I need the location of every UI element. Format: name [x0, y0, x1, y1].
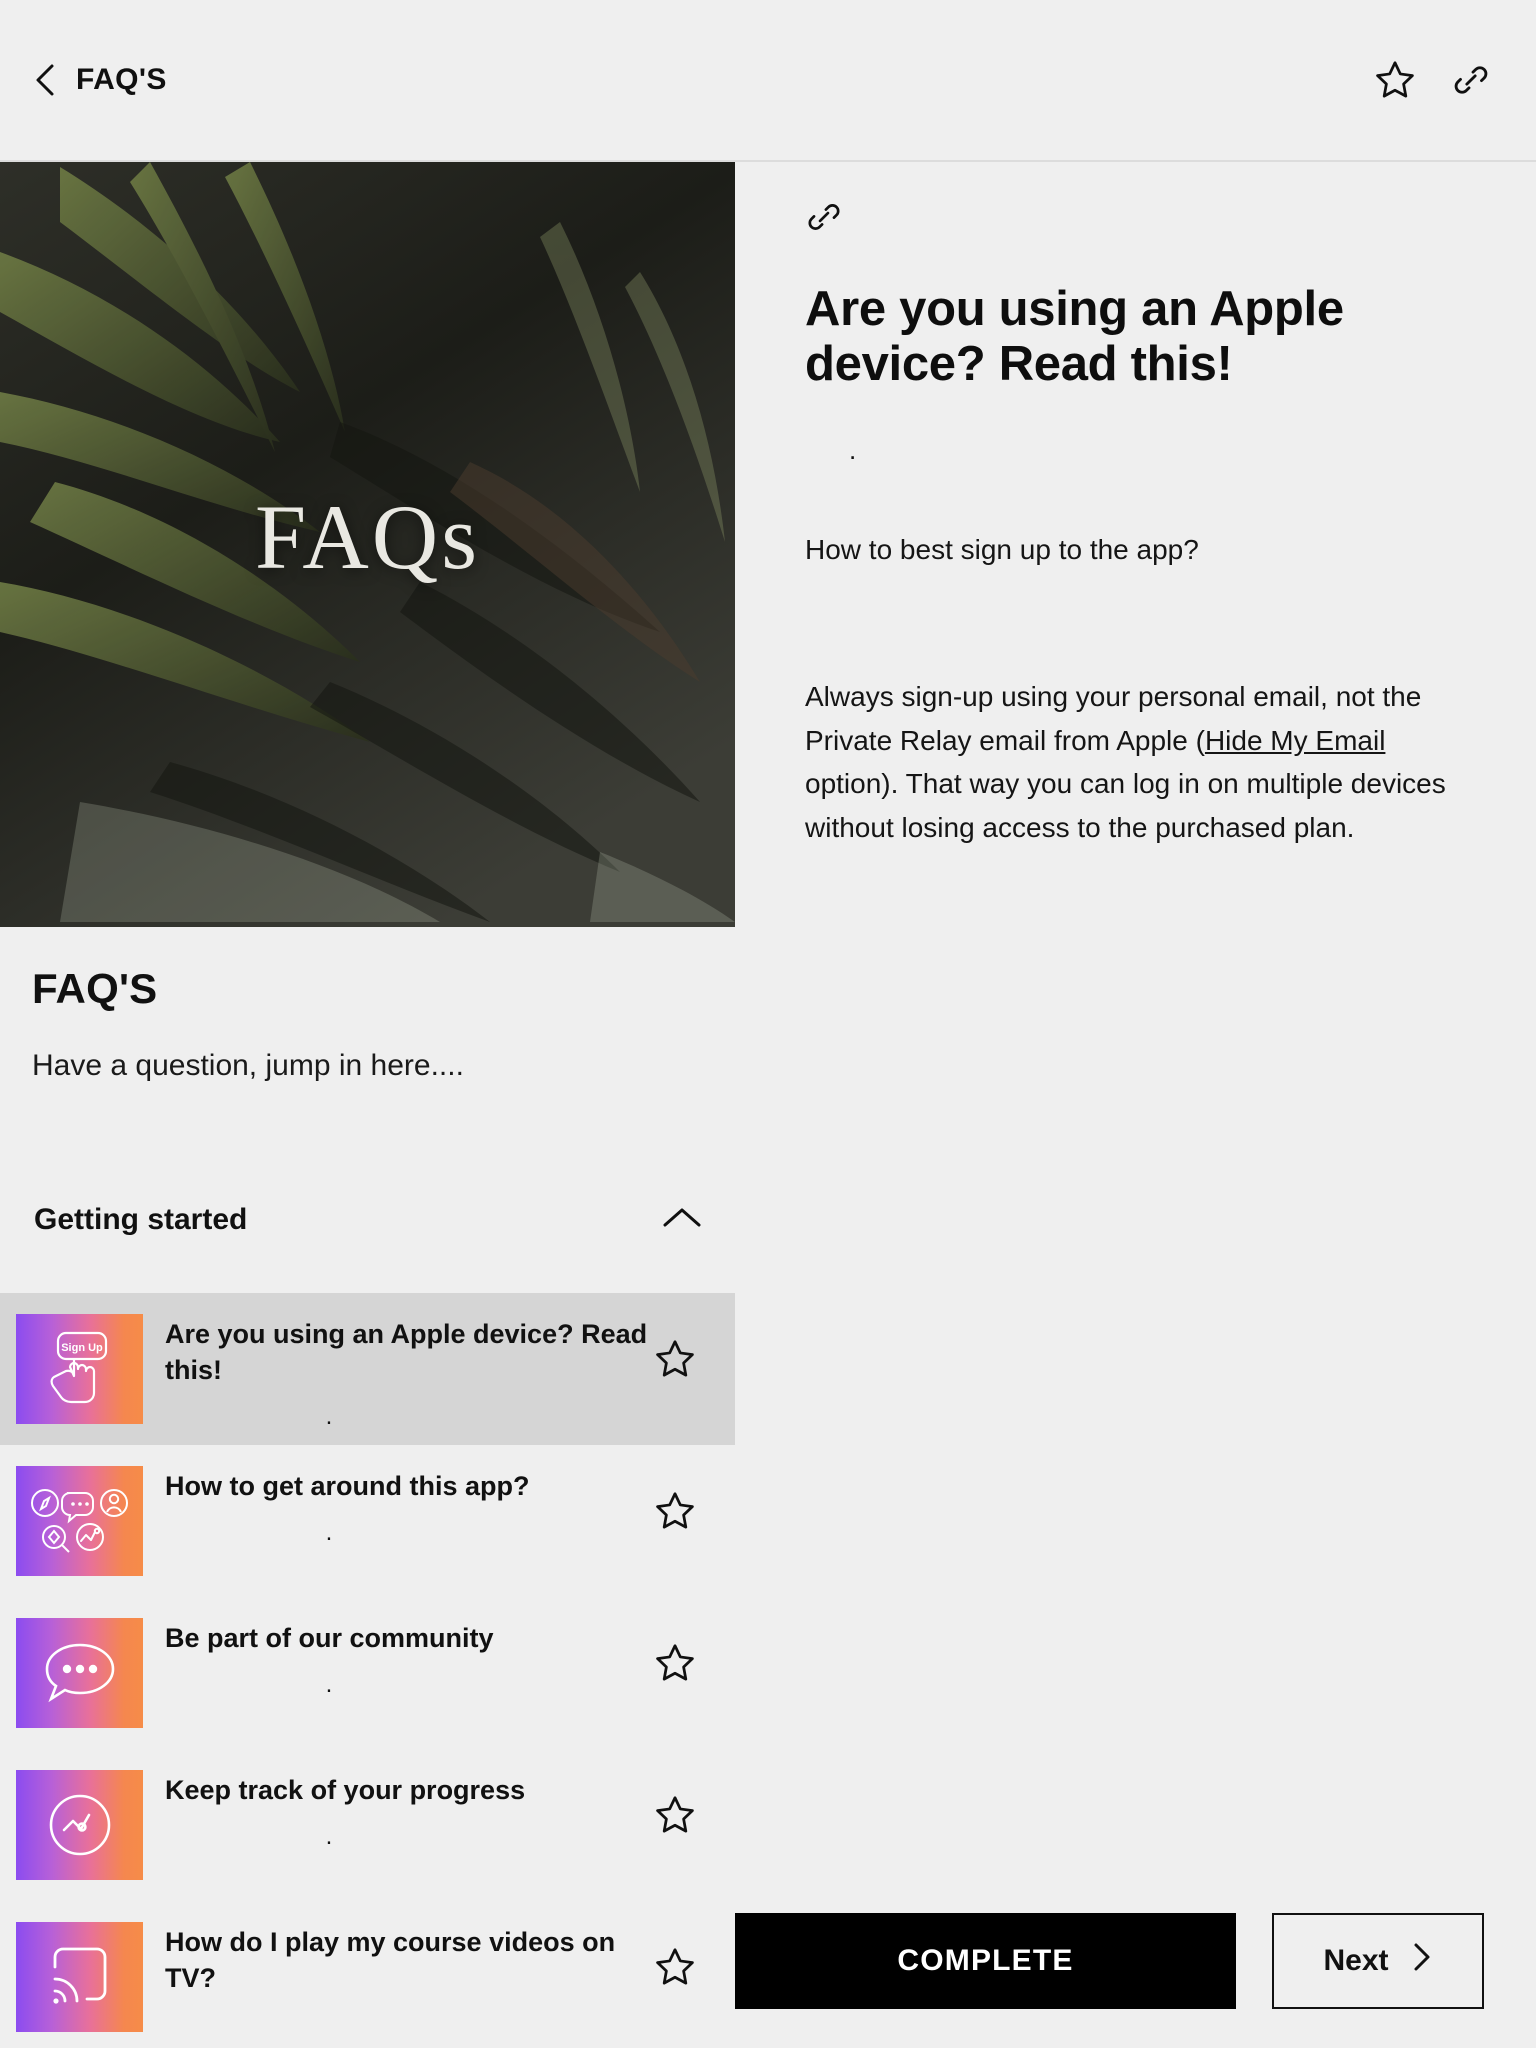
list-item[interactable]: Sign Up Are you using an Apple device? R…	[0, 1293, 735, 1445]
list-item-title: Are you using an Apple device? Read this…	[165, 1319, 648, 1385]
faq-item-list: Sign Up Are you using an Apple device? R…	[0, 1293, 735, 2048]
list-item-title: How to get around this app?	[165, 1471, 530, 1501]
list-item[interactable]: Keep track of your progress .	[0, 1749, 735, 1901]
list-item-text: Are you using an Apple device? Read this…	[143, 1293, 653, 1431]
list-item-title: How do I play my course videos on TV?	[165, 1927, 616, 1993]
topbar-left-group: FAQ'S	[0, 63, 167, 97]
svg-text:Sign Up: Sign Up	[61, 1342, 103, 1354]
chevron-up-icon[interactable]	[661, 1205, 703, 1236]
list-item-meta: .	[325, 1670, 333, 1698]
chat-bubble-icon	[16, 1618, 143, 1728]
article-question: How to best sign up to the app?	[805, 533, 1199, 565]
list-item[interactable]: How to get around this app? .	[0, 1445, 735, 1597]
cast-screen-icon	[16, 1922, 143, 2032]
list-item-meta: .	[325, 1402, 333, 1430]
star-outline-icon[interactable]	[653, 1445, 713, 1538]
link-icon[interactable]	[1448, 57, 1494, 103]
list-item-meta: .	[325, 1822, 333, 1850]
article-link-row	[805, 192, 1486, 246]
complete-button[interactable]: COMPLETE	[735, 1913, 1236, 2009]
article-body: Always sign-up using your personal email…	[805, 675, 1486, 850]
sidebar-subtitle: Have a question, jump in here....	[32, 1049, 464, 1082]
article-title: Are you using an Apple device? Read this…	[805, 282, 1344, 392]
chevron-left-icon[interactable]	[32, 63, 58, 97]
list-item[interactable]: How do I play my course videos on TV?	[0, 1901, 735, 2048]
faq-page: FAQ'S FAQs FAQ'S Have a question, jump i…	[0, 0, 1536, 2048]
progress-chart-icon	[16, 1770, 143, 1880]
sign-up-tap-icon: Sign Up	[16, 1314, 143, 1424]
list-item-text: Keep track of your progress .	[143, 1749, 653, 1851]
accordion-label: Getting started	[34, 1203, 248, 1236]
page-title: FAQ'S	[76, 63, 167, 96]
faq-sidebar: FAQs FAQ'S Have a question, jump in here…	[0, 162, 735, 2048]
link-icon[interactable]	[805, 198, 843, 241]
article-footer-actions: COMPLETE Next	[735, 1896, 1536, 2048]
hero-title-text: FAQs	[254, 486, 481, 588]
list-item-title: Be part of our community	[165, 1623, 494, 1653]
hide-my-email-link[interactable]: Hide My Email	[1205, 725, 1385, 756]
star-outline-icon[interactable]	[1372, 57, 1418, 103]
list-item-meta: .	[325, 1518, 333, 1546]
list-item-text: How to get around this app? .	[143, 1445, 653, 1547]
app-features-grid-icon	[16, 1466, 143, 1576]
list-item-text: How do I play my course videos on TV?	[143, 1901, 653, 2011]
topbar-actions	[1372, 57, 1536, 103]
article-meta-dot: .	[849, 434, 857, 465]
star-outline-icon[interactable]	[653, 1749, 713, 1842]
top-app-bar: FAQ'S	[0, 0, 1536, 162]
hero-image: FAQs	[0, 162, 735, 927]
list-item-title: Keep track of your progress	[165, 1775, 526, 1805]
star-outline-icon[interactable]	[653, 1293, 713, 1386]
next-button[interactable]: Next	[1272, 1913, 1484, 2009]
star-outline-icon[interactable]	[653, 1901, 713, 1994]
sidebar-title: FAQ'S	[32, 965, 158, 1012]
list-item[interactable]: Be part of our community .	[0, 1597, 735, 1749]
list-item-text: Be part of our community .	[143, 1597, 653, 1699]
accordion-getting-started[interactable]: Getting started	[0, 1189, 735, 1251]
star-outline-icon[interactable]	[653, 1597, 713, 1690]
chevron-right-icon	[1411, 1941, 1433, 1981]
sidebar-heading-group: FAQ'S Have a question, jump in here....	[0, 965, 735, 1083]
article-content: Are you using an Apple device? Read this…	[735, 162, 1536, 850]
next-button-label: Next	[1323, 1944, 1389, 1977]
article-body-part-2: option). That way you can log in on mult…	[805, 768, 1446, 843]
article-panel: Are you using an Apple device? Read this…	[735, 162, 1536, 2048]
